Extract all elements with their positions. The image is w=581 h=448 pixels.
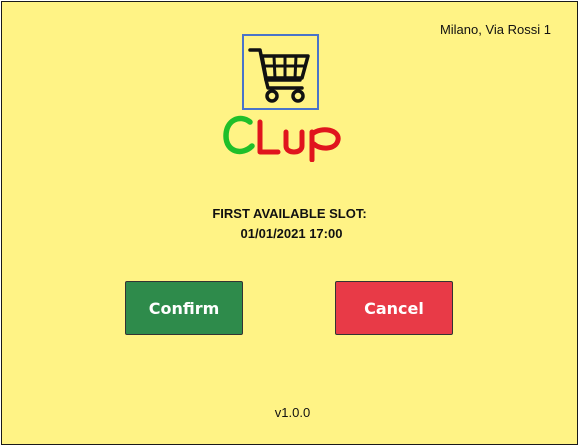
app-screen: Milano, Via Rossi 1 FIRST AVAILABLE SLOT… (1, 1, 578, 445)
slot-datetime: 01/01/2021 17:00 (240, 226, 343, 241)
confirm-button[interactable]: Confirm (125, 281, 243, 335)
shopping-cart-icon (248, 48, 310, 103)
app-version: v1.0.0 (274, 405, 311, 420)
brand-logo (223, 115, 341, 162)
logo-frame (242, 34, 319, 110)
cancel-button[interactable]: Cancel (335, 281, 453, 335)
store-address: Milano, Via Rossi 1 (439, 22, 551, 37)
slot-title: FIRST AVAILABLE SLOT: (212, 206, 367, 221)
